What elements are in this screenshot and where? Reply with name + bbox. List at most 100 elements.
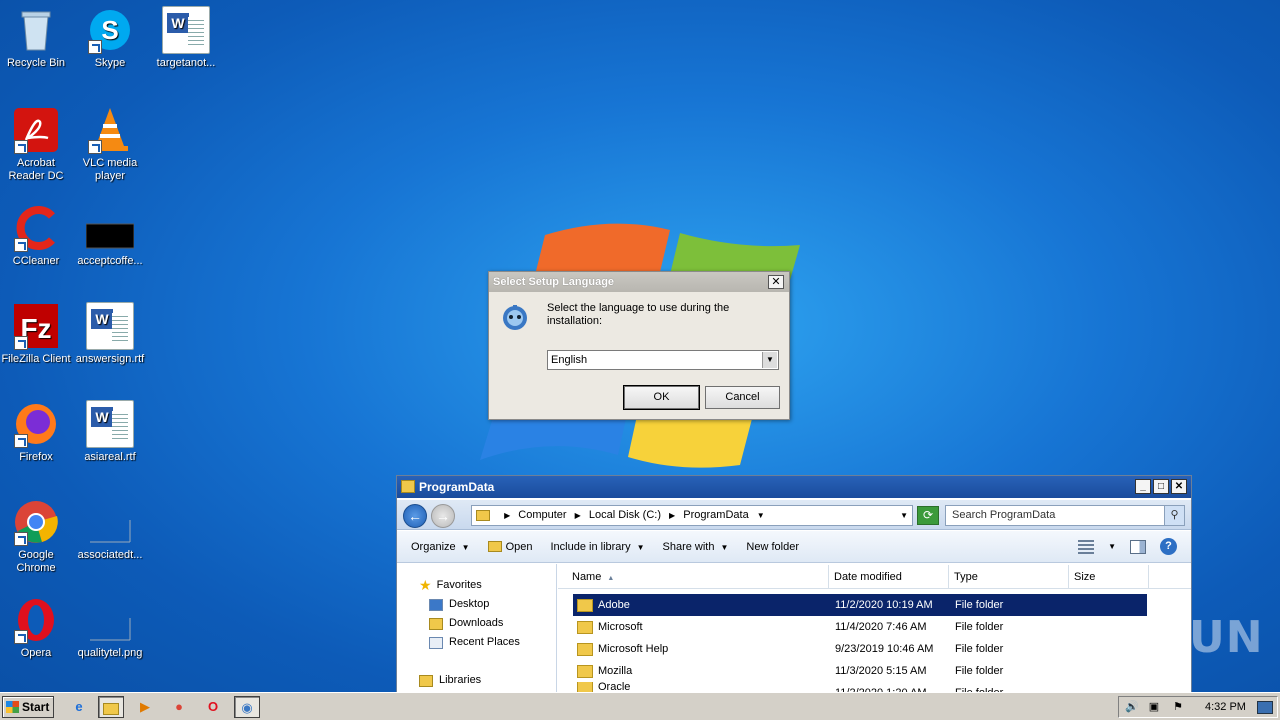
desktop-icon-label: targetanot... xyxy=(156,57,216,69)
column-type[interactable]: Type xyxy=(949,565,1069,588)
breadcrumb-local-disk[interactable]: Local Disk (C:) xyxy=(589,509,661,521)
skype-icon: S xyxy=(86,6,134,54)
open-button[interactable]: Open xyxy=(487,541,532,553)
word-document-icon: W xyxy=(162,6,210,54)
word-document-icon: W xyxy=(86,400,134,448)
cancel-button[interactable]: Cancel xyxy=(705,386,780,409)
folder-icon xyxy=(577,642,593,656)
explorer-taskbar-icon[interactable] xyxy=(98,696,124,718)
folder-open-icon xyxy=(487,541,502,553)
setup-taskbar-icon[interactable]: ◉ xyxy=(234,696,260,718)
address-row: ← → ▶ Computer ▶ Local Disk (C:) ▶ Progr… xyxy=(397,500,1191,530)
search-placeholder: Search ProgramData xyxy=(952,509,1056,521)
column-date-modified[interactable]: Date modified xyxy=(829,565,949,588)
action-center-flag-icon[interactable]: ⚑ xyxy=(1171,701,1185,714)
star-icon: ★ xyxy=(419,577,432,593)
firefox-icon xyxy=(12,400,60,448)
column-size[interactable]: Size xyxy=(1069,565,1149,588)
maximize-button[interactable]: □ xyxy=(1153,479,1169,494)
forward-arrow-icon[interactable]: → xyxy=(431,504,455,528)
desktop-icon-label: associatedt... xyxy=(77,549,143,561)
desktop-icon-label: Acrobat Reader DC xyxy=(8,157,64,182)
column-name[interactable]: Name ▲ xyxy=(558,565,829,588)
media-player-taskbar-icon[interactable]: ▶ xyxy=(132,696,158,718)
ie-taskbar-icon[interactable]: e xyxy=(66,696,92,718)
desktop-icon-label: CCleaner xyxy=(12,255,60,267)
desktop-icon-recycle-bin[interactable]: Recycle Bin xyxy=(0,6,72,70)
address-dropdown-icon[interactable]: ▼ xyxy=(900,506,908,525)
explorer-titlebar[interactable]: ProgramData _ □ ✕ xyxy=(397,476,1191,498)
organize-button[interactable]: Organize ▼ xyxy=(411,541,470,553)
desktop-icon-qualitytel[interactable]: qualitytel.png xyxy=(74,596,146,660)
table-row[interactable]: Mozilla 11/3/2020 5:15 AM File folder xyxy=(573,660,1147,682)
share-with-button[interactable]: Share with ▼ xyxy=(663,541,729,553)
svg-text:S: S xyxy=(101,15,118,45)
network-icon[interactable]: ▣ xyxy=(1147,701,1161,714)
folder-icon xyxy=(577,620,593,634)
opera-taskbar-icon[interactable]: O xyxy=(200,696,226,718)
start-button[interactable]: Start xyxy=(2,696,54,718)
downloads-icon xyxy=(429,617,443,630)
chrome-taskbar-icon[interactable]: ● xyxy=(166,696,192,718)
explorer-title: ProgramData xyxy=(419,480,495,494)
search-icon[interactable]: ⚲ xyxy=(1164,506,1184,525)
refresh-icon[interactable]: ⟳ xyxy=(917,506,939,525)
black-file-icon xyxy=(85,204,135,252)
desktop-icon-targetanot[interactable]: W targetanot... xyxy=(150,6,222,70)
desktop-icon-acrobat[interactable]: Acrobat Reader DC xyxy=(0,106,72,183)
acrobat-icon xyxy=(12,106,60,154)
back-arrow-icon[interactable]: ← xyxy=(403,504,427,528)
table-row[interactable]: Oracle 11/2/2020 1:20 AM File folder xyxy=(573,682,1147,692)
view-dropdown-icon[interactable]: ▼ xyxy=(1108,542,1116,551)
volume-icon[interactable]: 🔊 xyxy=(1125,701,1139,714)
show-desktop-icon[interactable] xyxy=(1257,701,1273,714)
dialog-close-button[interactable]: ✕ xyxy=(768,275,784,289)
desktop-icon-filezilla[interactable]: Fz FileZilla Client xyxy=(0,302,72,366)
nav-desktop[interactable]: Desktop xyxy=(397,595,556,614)
nav-favorites[interactable]: ★ Favorites xyxy=(397,576,556,595)
language-select[interactable]: English ▼ xyxy=(547,350,779,370)
folder-icon xyxy=(577,598,593,612)
include-in-library-button[interactable]: Include in library ▼ xyxy=(550,541,644,553)
desktop-icon-label: asiareal.rtf xyxy=(84,451,136,463)
windows-flag-icon xyxy=(6,701,19,713)
desktop-icon-chrome[interactable]: Google Chrome xyxy=(0,498,72,575)
desktop-icon-acceptcoffe[interactable]: acceptcoffe... xyxy=(74,204,146,268)
minimize-button[interactable]: _ xyxy=(1135,479,1151,494)
ok-button[interactable]: OK xyxy=(623,385,700,410)
desktop-icon-label: Recycle Bin xyxy=(6,57,66,69)
command-bar: Organize ▼ Open Include in library ▼ Share… xyxy=(397,531,1191,563)
desktop-icon-firefox[interactable]: Firefox xyxy=(0,400,72,464)
new-folder-button[interactable]: New folder xyxy=(746,541,799,553)
nav-libraries[interactable]: Libraries xyxy=(397,671,556,690)
desktop-icon-label: answersign.rtf xyxy=(75,353,145,365)
change-view-icon[interactable] xyxy=(1078,539,1095,554)
clock[interactable]: 4:32 PM xyxy=(1205,697,1246,717)
dialog-title: Select Setup Language xyxy=(489,272,789,292)
breadcrumb-computer[interactable]: Computer xyxy=(518,509,566,521)
taskbar: Start e ▶ ● O ◉ 🔊 ▣ ⚑ 4:32 PM xyxy=(0,692,1280,720)
chevron-down-icon[interactable]: ▼ xyxy=(762,352,777,368)
desktop-icon-vlc[interactable]: VLC media player xyxy=(74,106,146,183)
word-document-icon: W xyxy=(86,302,134,350)
desktop-icon-ccleaner[interactable]: CCleaner xyxy=(0,204,72,268)
desktop-icon-associatedt[interactable]: associatedt... xyxy=(74,498,146,562)
desktop-icon-label: FileZilla Client xyxy=(1,353,71,365)
desktop-icon-label: VLC media player xyxy=(82,157,138,182)
system-tray: 🔊 ▣ ⚑ 4:32 PM xyxy=(1118,696,1278,718)
libraries-icon xyxy=(419,674,433,687)
search-input[interactable]: Search ProgramData ⚲ xyxy=(945,505,1185,526)
breadcrumb-programdata[interactable]: ProgramData xyxy=(683,509,748,521)
close-button[interactable]: ✕ xyxy=(1171,479,1187,494)
chrome-icon xyxy=(12,498,60,546)
desktop-icon-skype[interactable]: S Skype xyxy=(74,6,146,70)
desktop-icon-asiareal[interactable]: W asiareal.rtf xyxy=(74,400,146,464)
nav-downloads[interactable]: Downloads xyxy=(397,614,556,633)
address-bar[interactable]: ▶ Computer ▶ Local Disk (C:) ▶ ProgramDa… xyxy=(471,505,913,526)
desktop-icon-answersign[interactable]: W answersign.rtf xyxy=(74,302,146,366)
preview-pane-icon[interactable] xyxy=(1130,539,1146,554)
nav-recent-places[interactable]: Recent Places xyxy=(397,633,556,652)
help-icon[interactable]: ? xyxy=(1160,538,1177,555)
language-select-value: English xyxy=(551,354,588,366)
desktop-icon-opera[interactable]: Opera xyxy=(0,596,72,660)
